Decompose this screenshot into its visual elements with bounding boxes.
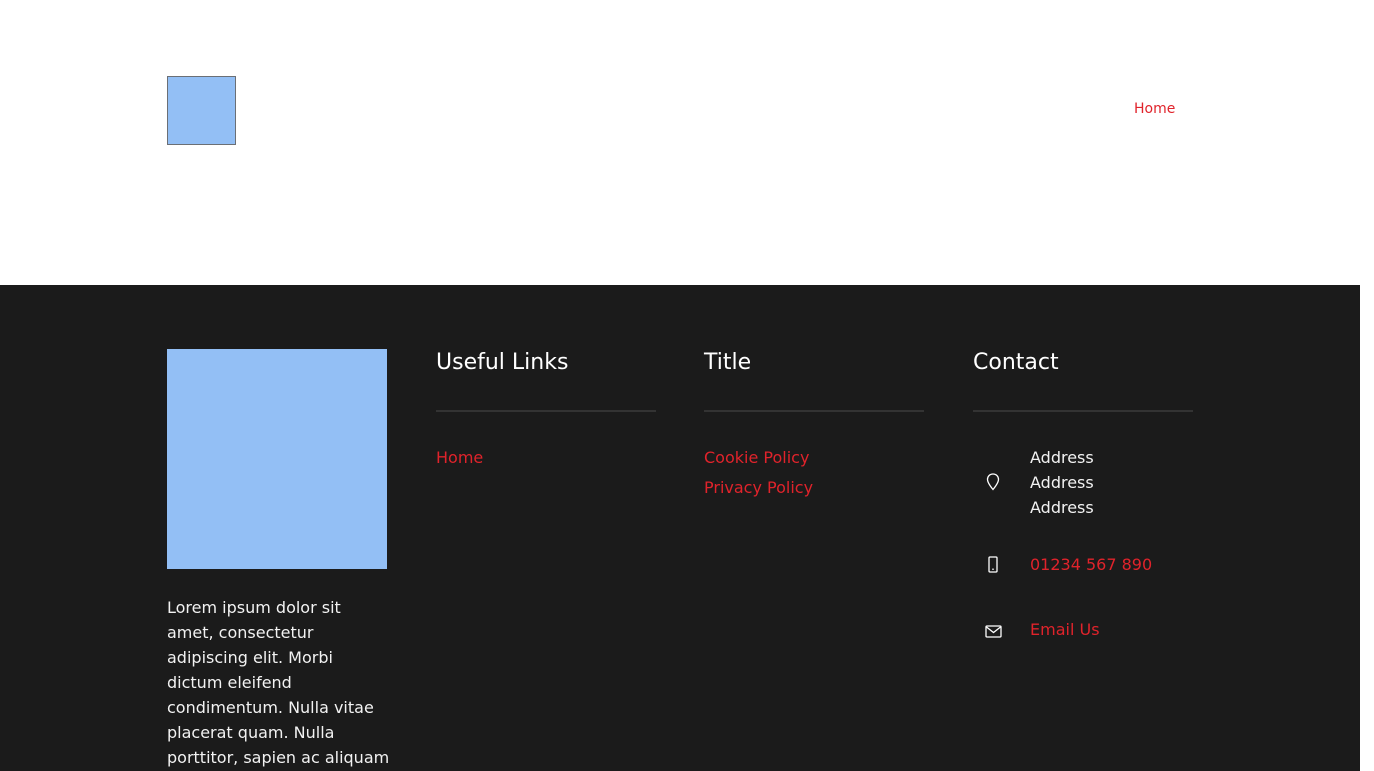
useful-links-list: Home bbox=[436, 447, 656, 477]
mobile-phone-icon bbox=[985, 555, 1001, 575]
useful-links-column: Useful Links Home bbox=[436, 349, 656, 477]
envelope-icon bbox=[984, 621, 1002, 641]
site-header: Home bbox=[0, 0, 1360, 285]
contact-column: Contact Address Address Address 01234 56… bbox=[973, 349, 1193, 709]
nav-link-home[interactable]: Home bbox=[1134, 101, 1175, 117]
list-item: Privacy Policy bbox=[704, 477, 924, 507]
address-line: Address bbox=[1030, 498, 1094, 517]
page: Home Lorem ipsum dolor sit amet, consect… bbox=[0, 0, 1374, 771]
privacy-policy-link[interactable]: Privacy Policy bbox=[704, 478, 813, 497]
divider bbox=[973, 410, 1193, 412]
contact-title: Contact bbox=[973, 350, 1059, 375]
policy-links-list: Cookie Policy Privacy Policy bbox=[704, 447, 924, 507]
footer-logo-image bbox=[167, 349, 387, 569]
address-line: Address bbox=[1030, 473, 1094, 492]
useful-links-title: Useful Links bbox=[436, 350, 569, 375]
site-footer: Lorem ipsum dolor sit amet, consectetur … bbox=[0, 285, 1360, 771]
address-line: Address bbox=[1030, 448, 1094, 467]
phone-link[interactable]: 01234 567 890 bbox=[1030, 552, 1152, 577]
email-us-link[interactable]: Email Us bbox=[1030, 617, 1100, 642]
map-pin-icon bbox=[985, 472, 1001, 492]
cookie-policy-link[interactable]: Cookie Policy bbox=[704, 448, 809, 467]
footer-link-home[interactable]: Home bbox=[436, 448, 483, 467]
address-block: Address Address Address bbox=[1030, 445, 1094, 520]
footer-about-text: Lorem ipsum dolor sit amet, consectetur … bbox=[167, 598, 390, 767]
list-item: Cookie Policy bbox=[704, 447, 924, 477]
title-column-heading: Title bbox=[704, 350, 752, 375]
divider bbox=[436, 410, 656, 412]
divider bbox=[704, 410, 924, 412]
title-column: Title Cookie Policy Privacy Policy bbox=[704, 349, 924, 507]
site-logo[interactable] bbox=[167, 76, 236, 145]
list-item: Home bbox=[436, 447, 656, 477]
